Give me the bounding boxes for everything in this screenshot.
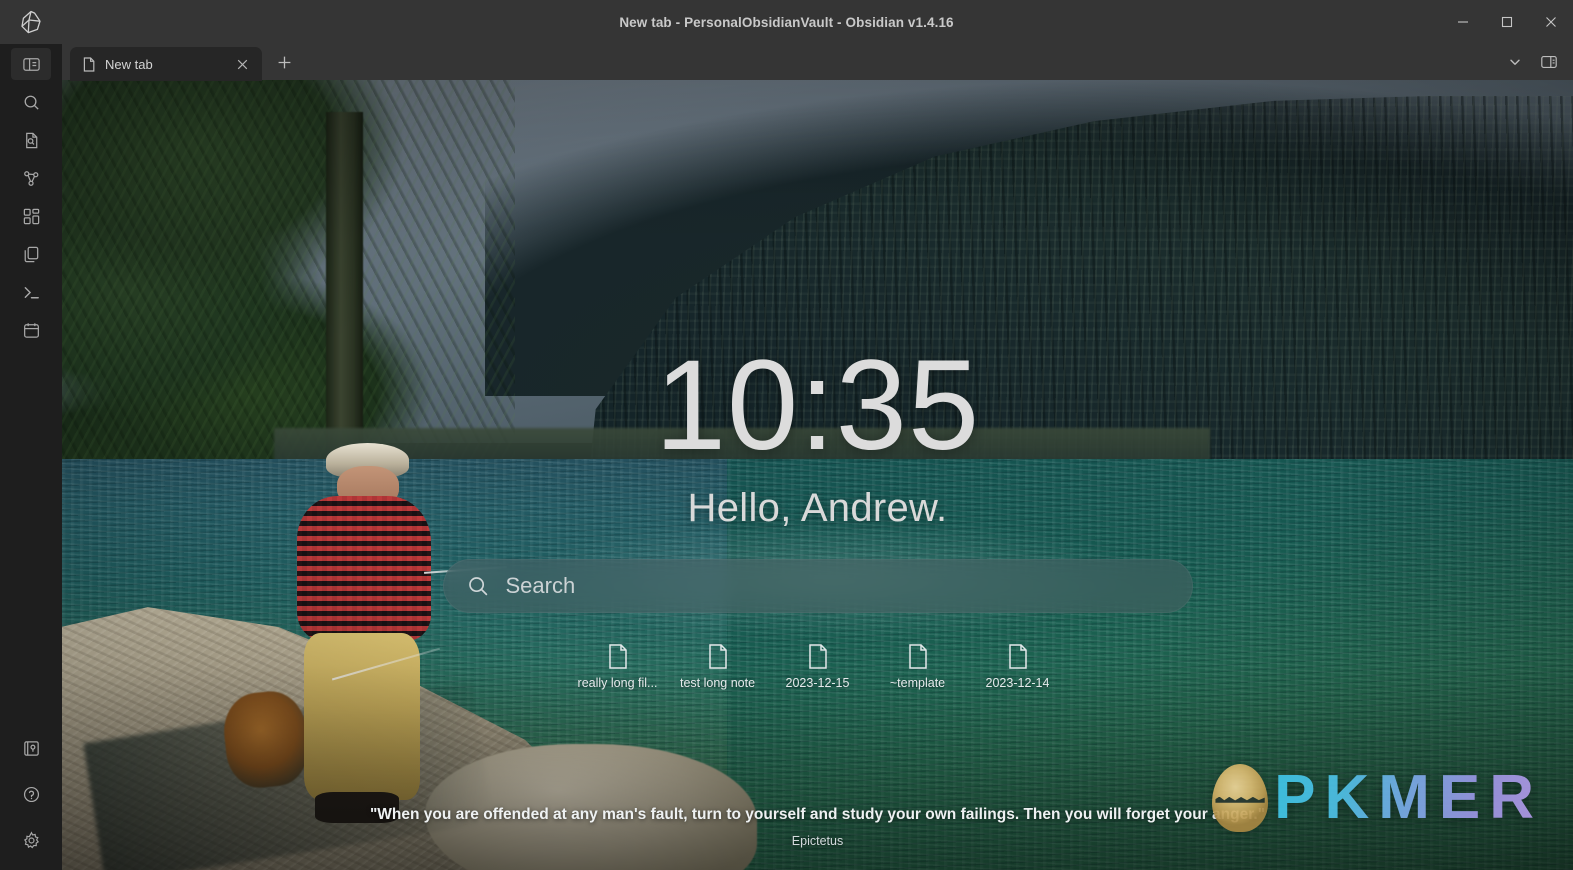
graph-view-icon[interactable] (11, 162, 51, 194)
clock-display: 10:35 (654, 334, 981, 477)
terminal-icon[interactable] (11, 276, 51, 308)
shortcut-label: 2023-12-14 (985, 676, 1050, 690)
obsidian-logo-icon (0, 0, 62, 44)
document-icon (806, 643, 830, 670)
tab-bar: New tab (62, 44, 1573, 81)
document-icon (82, 56, 96, 72)
tab-bar-right-controls (1501, 44, 1563, 80)
shortcut-label: test long note (679, 676, 756, 690)
main-column: New tab 10:35 Hello, Andrew. Search real… (62, 44, 1573, 870)
document-icon (606, 643, 630, 670)
calendar-icon[interactable] (11, 314, 51, 346)
search-icon (466, 574, 490, 598)
shortcut-item[interactable]: test long note (668, 639, 768, 694)
title-bar: New tab - PersonalObsidianVault - Obsidi… (0, 0, 1573, 44)
shortcut-label: really long fil... (577, 676, 658, 690)
toggle-left-sidebar-icon[interactable] (11, 48, 51, 80)
window-body: New tab 10:35 Hello, Andrew. Search real… (0, 44, 1573, 870)
quote-text: "When you are offended at any man's faul… (369, 806, 1266, 823)
maximize-button[interactable] (1485, 0, 1529, 44)
minimize-button[interactable] (1441, 0, 1485, 44)
shortcut-item[interactable]: 2023-12-15 (768, 639, 868, 694)
greeting-text: Hello, Andrew. (687, 486, 948, 530)
shortcut-label: ~template (889, 676, 946, 690)
quote-author: Epictetus (791, 834, 844, 848)
new-tab-view: 10:35 Hello, Andrew. Search really long … (62, 80, 1573, 870)
shortcut-item[interactable]: really long fil... (568, 639, 668, 694)
toggle-right-sidebar-icon[interactable] (1535, 48, 1563, 76)
pkmer-watermark: PKMER (1212, 764, 1543, 832)
canvas-icon[interactable] (11, 200, 51, 232)
document-icon (706, 643, 730, 670)
vault-switcher-icon[interactable] (11, 732, 51, 764)
tab-label: New tab (105, 56, 153, 72)
copy-files-icon[interactable] (11, 238, 51, 270)
new-tab-content: 10:35 Hello, Andrew. Search really long … (62, 80, 1573, 870)
pkmer-egg-logo-icon (1212, 764, 1269, 832)
pkmer-wordmark: PKMER (1274, 763, 1543, 832)
file-shortcuts: really long fil... test long note 2023-1… (568, 639, 1068, 694)
help-icon[interactable] (11, 778, 51, 810)
search-bar[interactable] (442, 559, 1193, 613)
file-search-icon[interactable] (11, 124, 51, 156)
window-controls (1441, 0, 1573, 44)
tab-new-tab[interactable]: New tab (70, 47, 262, 81)
new-tab-button[interactable] (270, 48, 298, 76)
document-icon (1006, 643, 1030, 670)
ribbon-bottom-group (11, 732, 51, 870)
tab-close-icon[interactable] (232, 54, 252, 74)
search-input[interactable] (505, 573, 1170, 599)
search-icon[interactable] (11, 86, 51, 118)
shortcut-item[interactable]: ~template (868, 639, 968, 694)
close-button[interactable] (1529, 0, 1573, 44)
shortcut-label: 2023-12-15 (785, 676, 850, 690)
document-icon (906, 643, 930, 670)
shortcut-item[interactable]: 2023-12-14 (968, 639, 1068, 694)
window-title: New tab - PersonalObsidianVault - Obsidi… (619, 14, 954, 30)
left-ribbon (0, 44, 62, 870)
obsidian-window: New tab - PersonalObsidianVault - Obsidi… (0, 0, 1573, 870)
chevron-down-icon[interactable] (1501, 48, 1529, 76)
settings-gear-icon[interactable] (11, 824, 51, 856)
